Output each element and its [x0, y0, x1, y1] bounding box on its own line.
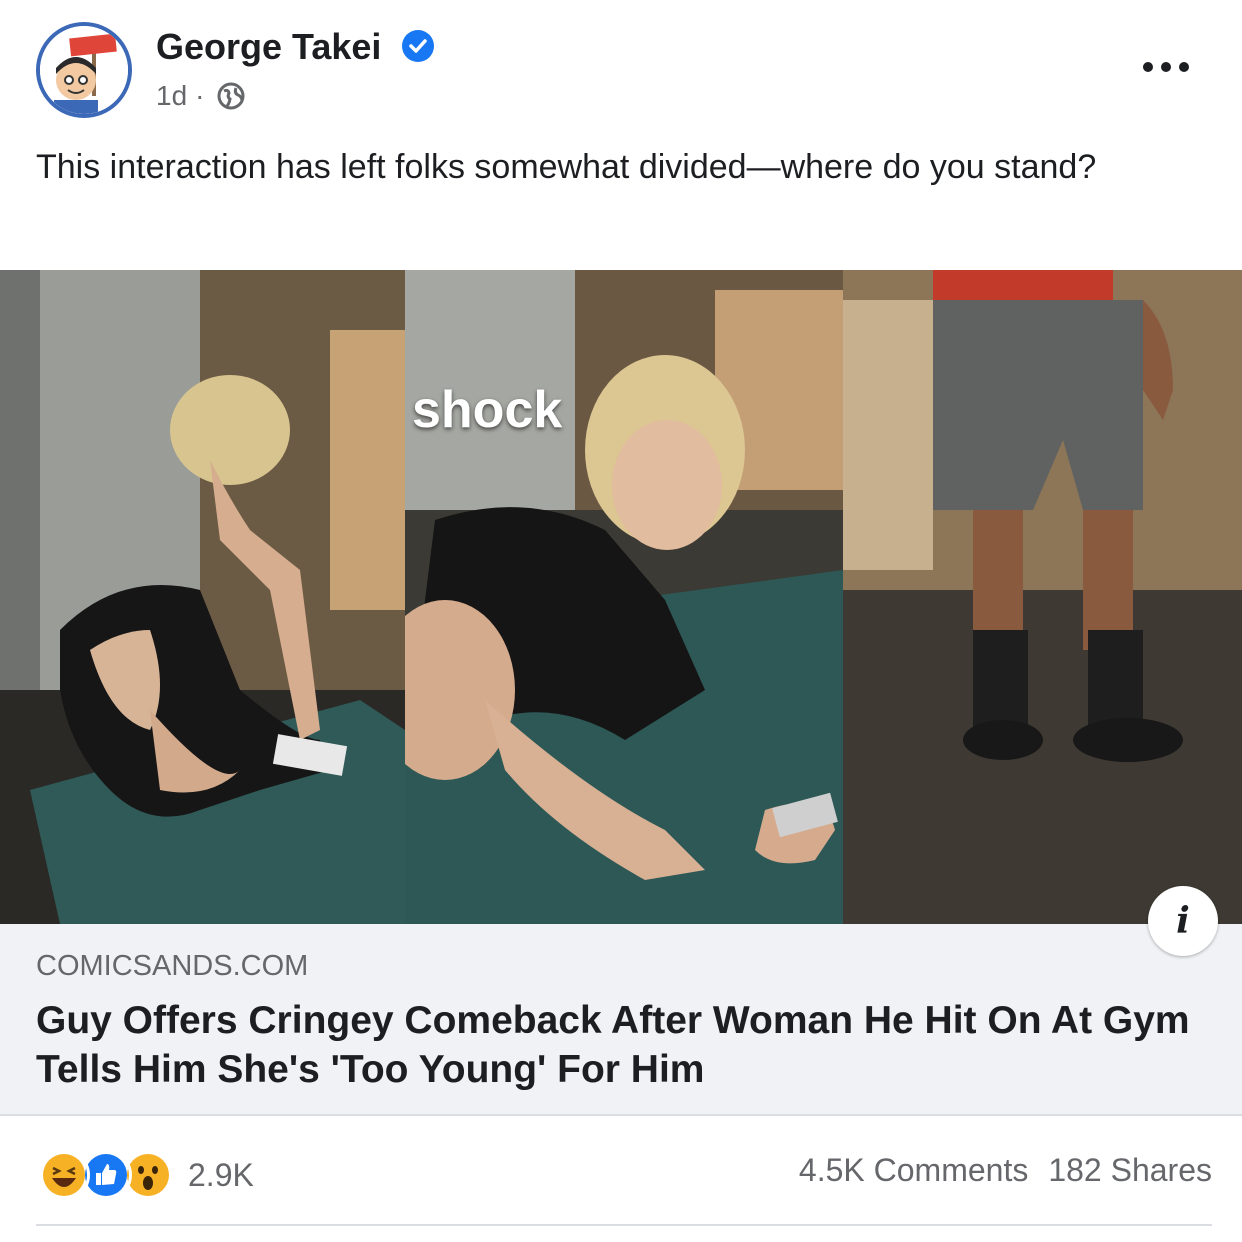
engagement-stats: 4.5K Comments 182 Shares — [799, 1152, 1212, 1189]
info-button[interactable]: i — [1148, 886, 1218, 956]
image-frame-1 — [0, 270, 405, 924]
meta-separator: · — [195, 80, 205, 111]
verified-badge-icon — [402, 30, 434, 62]
reaction-count[interactable]: 2.9K — [188, 1157, 254, 1194]
image-frame-2 — [405, 270, 843, 924]
post-time[interactable]: 1d — [156, 80, 187, 112]
link-headline[interactable]: Guy Offers Cringey Comeback After Woman … — [36, 996, 1206, 1094]
globe-icon — [217, 82, 245, 110]
author-name[interactable]: George Takei — [156, 26, 381, 68]
post-meta: 1d · — [156, 80, 246, 112]
more-options-icon[interactable] — [1140, 52, 1192, 82]
post-caption: This interaction has left folks somewhat… — [36, 148, 1097, 186]
image-frame-3 — [843, 270, 1242, 924]
profile-avatar[interactable] — [36, 22, 132, 118]
post-image[interactable]: shock — [0, 270, 1242, 924]
avatar-illustration-icon — [40, 26, 128, 114]
shares-count[interactable]: 182 Shares — [1048, 1152, 1212, 1189]
haha-reaction-icon — [38, 1149, 90, 1201]
divider — [36, 1224, 1212, 1226]
comments-count[interactable]: 4.5K Comments — [799, 1152, 1028, 1189]
link-domain: COMICSANDS.COM — [36, 950, 309, 982]
reactions-summary[interactable]: 2.9K — [38, 1148, 254, 1202]
post-header: George Takei 1d · — [0, 0, 1242, 140]
overlay-caption: shock — [412, 381, 563, 439]
